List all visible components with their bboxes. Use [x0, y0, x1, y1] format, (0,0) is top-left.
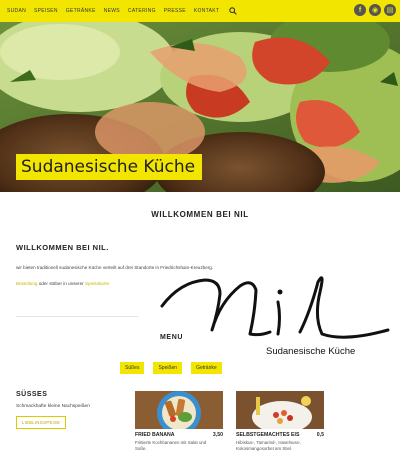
category-speisen-button[interactable]: Speißen	[153, 362, 183, 374]
sweets-description: Schmackhafte kleine Nachspeißen	[16, 404, 90, 409]
intro-links: Bestellung oder stöber in unserer Speise…	[16, 281, 109, 286]
welcome-section-heading: WILLKOMMEN BEI NIL.	[16, 243, 109, 252]
intro-text: wir bieten traditionell sudanesische Küc…	[16, 265, 214, 270]
menu-categories: Süßes Speißen Getränke	[120, 362, 222, 374]
logo-subtitle: Sudanesische Küche	[266, 346, 356, 357]
social-links: f ◉ ▤	[354, 4, 396, 16]
dish-price: 0,5	[316, 432, 324, 438]
dish-description: Frittierte Kochbananen mit Salat und Soß…	[135, 440, 207, 451]
menu-heading: MENU	[160, 334, 184, 341]
divider	[16, 316, 138, 317]
nav-item-catering[interactable]: Catering	[128, 8, 156, 14]
dish-image	[236, 391, 324, 429]
dish-image	[135, 391, 223, 429]
dish-card[interactable]: SELBSTGEMACHTES EIS 0,5 Hibiskus-, Tamar…	[236, 391, 324, 452]
dish-card[interactable]: FRIED BANANA 3,50 Frittierte Kochbananen…	[135, 391, 223, 452]
order-link[interactable]: Bestellung	[16, 281, 37, 286]
category-getraenke-button[interactable]: Getränke	[191, 362, 222, 374]
dish-description: Hibiskus-, Tamarind-, Haselnuss-, Kokosm…	[236, 440, 302, 451]
category-suesses-button[interactable]: Süßes	[120, 362, 145, 374]
nav-item-presse[interactable]: Presse	[164, 8, 186, 14]
nav-item-kontakt[interactable]: Kontakt	[194, 8, 219, 14]
nav-item-getraenke[interactable]: Getränke	[66, 8, 96, 14]
nav-item-speisen[interactable]: Speisen	[34, 8, 58, 14]
tripadvisor-icon[interactable]: ◉	[369, 4, 381, 16]
hero-banner: Sudanesische Küche	[0, 22, 400, 192]
dish-title: SELBSTGEMACHTES EIS	[236, 432, 300, 438]
dish-price: 3,50	[212, 432, 223, 438]
menu-card-link[interactable]: Speisekarte	[85, 281, 109, 286]
nav-item-sudan[interactable]: Sudan	[7, 8, 26, 14]
hero-title: Sudanesische Küche	[16, 154, 203, 180]
nav-item-news[interactable]: News	[104, 8, 120, 14]
sweets-heading: SÜSSES	[16, 391, 48, 398]
search-icon[interactable]	[229, 7, 237, 15]
burger-icon[interactable]: ▤	[384, 4, 396, 16]
dish-title: FRIED BANANA	[135, 432, 175, 438]
facebook-icon[interactable]: f	[354, 4, 366, 16]
top-navigation: Sudan Speisen Getränke News Catering Pre…	[0, 0, 400, 22]
welcome-heading: WILLKOMMEN BEI NIL	[151, 210, 249, 219]
links-middle-text: oder stöber in unserer	[37, 281, 85, 286]
favorite-dish-button[interactable]: Lieblingspeise	[16, 416, 67, 429]
